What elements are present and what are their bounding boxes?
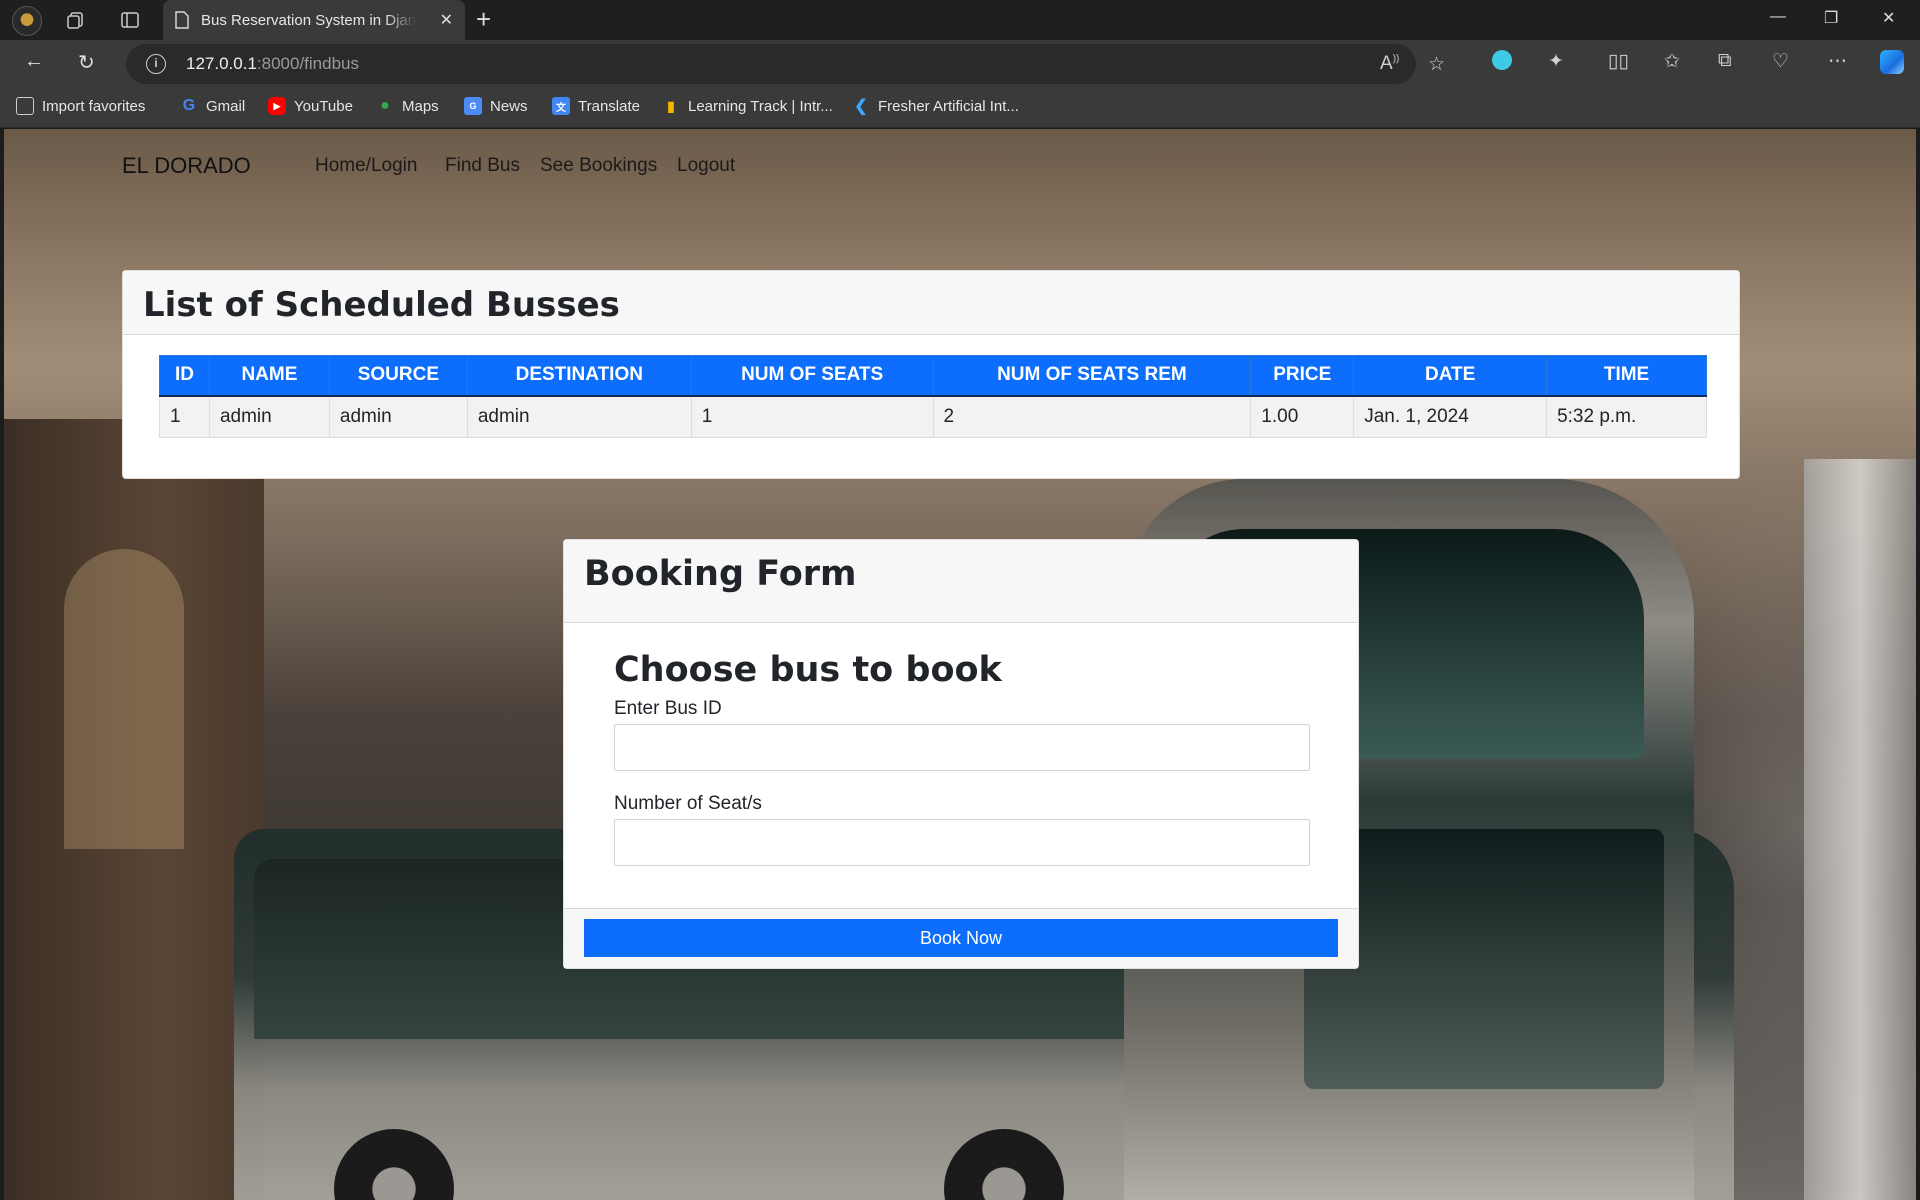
column-header-date: DATE	[1353, 355, 1548, 397]
page-icon	[175, 11, 189, 29]
site-info-icon[interactable]: i	[146, 54, 166, 74]
scheduled-busses-card: List of Scheduled Busses ID NAME SOURCE …	[122, 270, 1740, 479]
bookmark-translate[interactable]: 文 Translate	[552, 97, 640, 115]
column-header-destination: DESTINATION	[466, 355, 692, 397]
column-header-num-seats: NUM OF SEATS	[690, 355, 934, 397]
nav-logout[interactable]: Logout	[677, 155, 735, 177]
copilot-icon[interactable]	[1880, 50, 1904, 80]
nav-find-bus[interactable]: Find Bus	[445, 155, 520, 177]
cell-price: 1.00	[1250, 395, 1355, 438]
bookmark-news[interactable]: G News	[464, 97, 528, 115]
bookmark-maps[interactable]: ● Maps	[376, 97, 439, 115]
bookmarks-bar: Import favorites G Gmail ▶ YouTube ● Maps G…	[0, 88, 1920, 128]
tab-bus-reservation[interactable]: Bus Reservation System in Django ✕	[163, 0, 465, 40]
more-menu-icon[interactable]: ⋯	[1828, 50, 1847, 73]
booking-form-subtitle: Choose bus to book	[614, 650, 1002, 690]
cell-id: 1	[159, 395, 210, 438]
bus-id-label: Enter Bus ID	[614, 698, 722, 719]
fresher-icon: ❮	[854, 98, 868, 115]
site-navbar: EL DORADO Home/Login Find Bus See Bookin…	[4, 129, 1916, 189]
site-brand[interactable]: EL DORADO	[122, 153, 251, 179]
translate-icon: 文	[552, 97, 570, 115]
youtube-icon: ▶	[268, 97, 286, 115]
favorite-star-icon[interactable]: ☆	[1428, 53, 1445, 76]
back-icon[interactable]: ←	[24, 50, 44, 73]
cell-num-seats-rem: 2	[932, 395, 1252, 438]
bookmark-gmail[interactable]: G Gmail	[180, 97, 245, 115]
book-now-button[interactable]: Book Now	[584, 919, 1338, 957]
cell-source: admin	[328, 395, 468, 438]
browser-titlebar: Bus Reservation System in Django ✕ + — ❐…	[0, 0, 1920, 40]
profile-avatar[interactable]	[12, 6, 42, 36]
cell-time: 5:32 p.m.	[1546, 395, 1707, 438]
read-aloud-icon[interactable]: A))	[1380, 53, 1399, 75]
address-bar[interactable]: i 127.0.0.1:8000/findbus A)) ☆	[126, 44, 1445, 84]
browser-essentials-icon[interactable]: ♡	[1772, 50, 1789, 73]
cell-destination: admin	[466, 395, 692, 438]
restore-icon[interactable]: ❐	[1824, 8, 1838, 28]
cell-num-seats: 1	[690, 395, 934, 438]
card-header: List of Scheduled Busses	[123, 271, 1739, 335]
learning-track-icon: ▮	[667, 97, 675, 114]
card-footer: Book Now	[564, 908, 1358, 968]
split-screen-icon[interactable]: ▯▯	[1608, 50, 1629, 73]
booking-form-card: Booking Form Choose bus to book Enter Bu…	[563, 539, 1359, 969]
favorites-icon[interactable]: ✩	[1664, 50, 1680, 73]
bus-id-input[interactable]	[614, 724, 1310, 771]
extensions-puzzle-icon[interactable]: ✦	[1548, 50, 1564, 73]
busses-list-title: List of Scheduled Busses	[143, 285, 620, 325]
maps-pin-icon: ●	[380, 97, 390, 114]
booking-form-title: Booking Form	[584, 554, 857, 594]
nav-home-login[interactable]: Home/Login	[315, 155, 417, 177]
cell-name: admin	[208, 395, 330, 438]
extension-circle-icon[interactable]	[1492, 50, 1512, 76]
close-tab-icon[interactable]: ✕	[440, 10, 453, 30]
import-icon	[16, 97, 34, 115]
tab-title: Bus Reservation System in Django	[201, 11, 417, 29]
tab-actions-icon[interactable]	[114, 6, 146, 34]
window-close-icon[interactable]: ✕	[1882, 8, 1895, 28]
bookmark-fresher[interactable]: ❮ Fresher Artificial Int...	[852, 97, 1019, 116]
news-icon: G	[464, 97, 482, 115]
google-icon: G	[182, 97, 196, 114]
busses-table: ID NAME SOURCE DESTINATION NUM OF SEATS …	[159, 355, 1707, 438]
bridge-arch	[64, 549, 184, 849]
bookmark-learning-track[interactable]: ▮ Learning Track | Intr...	[662, 97, 833, 115]
web-page: EL DORADO Home/Login Find Bus See Bookin…	[4, 129, 1916, 1200]
refresh-icon[interactable]: ↻	[78, 50, 95, 75]
cell-date: Jan. 1, 2024	[1353, 395, 1548, 438]
bookmark-import-favorites[interactable]: Import favorites	[16, 97, 145, 115]
skyscraper-background	[1804, 459, 1916, 1200]
column-header-num-seats-rem: NUM OF SEATS REM	[932, 355, 1252, 397]
new-tab-icon[interactable]: +	[476, 4, 491, 35]
url-text[interactable]: 127.0.0.1:8000/findbus	[186, 54, 359, 74]
bookmark-youtube[interactable]: ▶ YouTube	[268, 97, 353, 115]
nav-see-bookings[interactable]: See Bookings	[540, 155, 657, 177]
column-header-name: NAME	[208, 355, 330, 397]
table-row: 1 admin admin admin 1 2 1.00 Jan. 1, 202…	[159, 395, 1707, 438]
browser-toolbar: ← ↻ i 127.0.0.1:8000/findbus A)) ☆ ✦ ▯▯ …	[0, 40, 1920, 88]
card-header: Booking Form	[564, 540, 1358, 623]
minimize-icon[interactable]: —	[1770, 8, 1786, 26]
booking-form: Choose bus to book Enter Bus ID Number o…	[614, 650, 1310, 866]
column-header-time: TIME	[1546, 355, 1707, 397]
collections-icon[interactable]: ⧉	[1718, 50, 1732, 72]
seats-input[interactable]	[614, 819, 1310, 866]
table-header-row: ID NAME SOURCE DESTINATION NUM OF SEATS …	[159, 355, 1707, 397]
workspaces-icon[interactable]	[60, 6, 92, 34]
column-header-id: ID	[159, 355, 210, 397]
column-header-source: SOURCE	[328, 355, 468, 397]
column-header-price: PRICE	[1250, 355, 1355, 397]
seats-label: Number of Seat/s	[614, 793, 762, 814]
